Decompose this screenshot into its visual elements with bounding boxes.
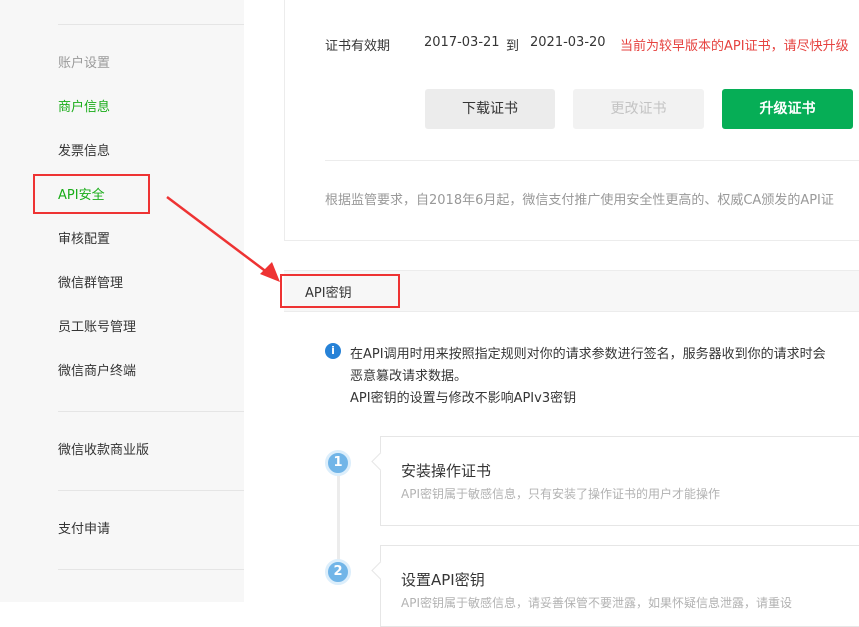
api-key-info-line: 恶意篡改请求数据。 — [350, 369, 468, 384]
cert-validity-label: 证书有效期 — [325, 39, 391, 54]
step-card-set-api-key: 设置API密钥 API密钥属于敏感信息，请妥善保管不要泄露，如果怀疑信息泄露，请… — [371, 545, 859, 627]
api-security-highlight-box — [33, 174, 150, 214]
sidebar-item-merchant-info[interactable]: 商户信息 — [58, 100, 110, 116]
step-title: 安装操作证书 — [401, 462, 492, 480]
cert-upgrade-warning: 当前为较早版本的API证书，请尽快升级 — [620, 39, 849, 54]
sidebar-divider — [58, 411, 244, 412]
step-title: 设置API密钥 — [401, 571, 485, 589]
main-content: 证书有效期 2017-03-21 到 2021-03-20 当前为较早版本的AP… — [244, 0, 859, 627]
upgrade-certificate-button[interactable]: 升级证书 — [722, 89, 853, 129]
sidebar-item-payment-apply[interactable]: 支付申请 — [58, 522, 110, 538]
step-number-badge: 1 — [325, 450, 351, 476]
sidebar-item-merchant-terminal[interactable]: 微信商户终端 — [58, 364, 136, 380]
info-icon: i — [325, 343, 341, 359]
cert-end-date: 2021-03-20 — [530, 35, 606, 50]
sidebar-group-account-settings: 账户设置 — [58, 56, 111, 71]
api-key-highlight-box — [280, 274, 400, 308]
divider — [325, 160, 859, 161]
sidebar-item-staff-accounts[interactable]: 员工账号管理 — [58, 320, 136, 336]
step-description: API密钥属于敏感信息，请妥善保管不要泄露，如果怀疑信息泄露，请重设 — [401, 596, 792, 610]
step-number-badge: 2 — [325, 559, 351, 585]
sidebar-divider — [58, 490, 244, 491]
sidebar-divider — [58, 24, 244, 25]
sidebar-item-business-version[interactable]: 微信收款商业版 — [58, 443, 149, 459]
step-card-install-certificate: 安装操作证书 API密钥属于敏感信息，只有安装了操作证书的用户才能操作 — [371, 436, 859, 526]
regulatory-notice: 根据监管要求，自2018年6月起，微信支付推广使用安全性更高的、权威CA颁发的A… — [325, 193, 834, 208]
step-description: API密钥属于敏感信息，只有安装了操作证书的用户才能操作 — [401, 487, 720, 501]
api-key-info-line: 在API调用时用来按照指定规则对你的请求参数进行签名，服务器收到你的请求时会 — [350, 347, 826, 362]
sidebar-item-wechat-group[interactable]: 微信群管理 — [58, 276, 123, 292]
download-certificate-button[interactable]: 下载证书 — [425, 89, 555, 129]
step-card-pointer — [371, 561, 390, 580]
sidebar: 账户设置 商户信息 发票信息 API安全 审核配置 微信群管理 员工账号管理 微… — [0, 0, 244, 602]
step-connector-line — [337, 470, 340, 565]
sidebar-item-invoice-info[interactable]: 发票信息 — [58, 144, 110, 160]
sidebar-item-review-config[interactable]: 审核配置 — [58, 232, 110, 248]
step-card-pointer — [371, 452, 390, 471]
api-key-info-line: API密钥的设置与修改不影响APIv3密钥 — [350, 391, 577, 406]
sidebar-divider — [58, 569, 244, 570]
cert-to-word: 到 — [506, 39, 520, 54]
change-certificate-button[interactable]: 更改证书 — [573, 89, 704, 129]
cert-start-date: 2017-03-21 — [424, 35, 500, 50]
